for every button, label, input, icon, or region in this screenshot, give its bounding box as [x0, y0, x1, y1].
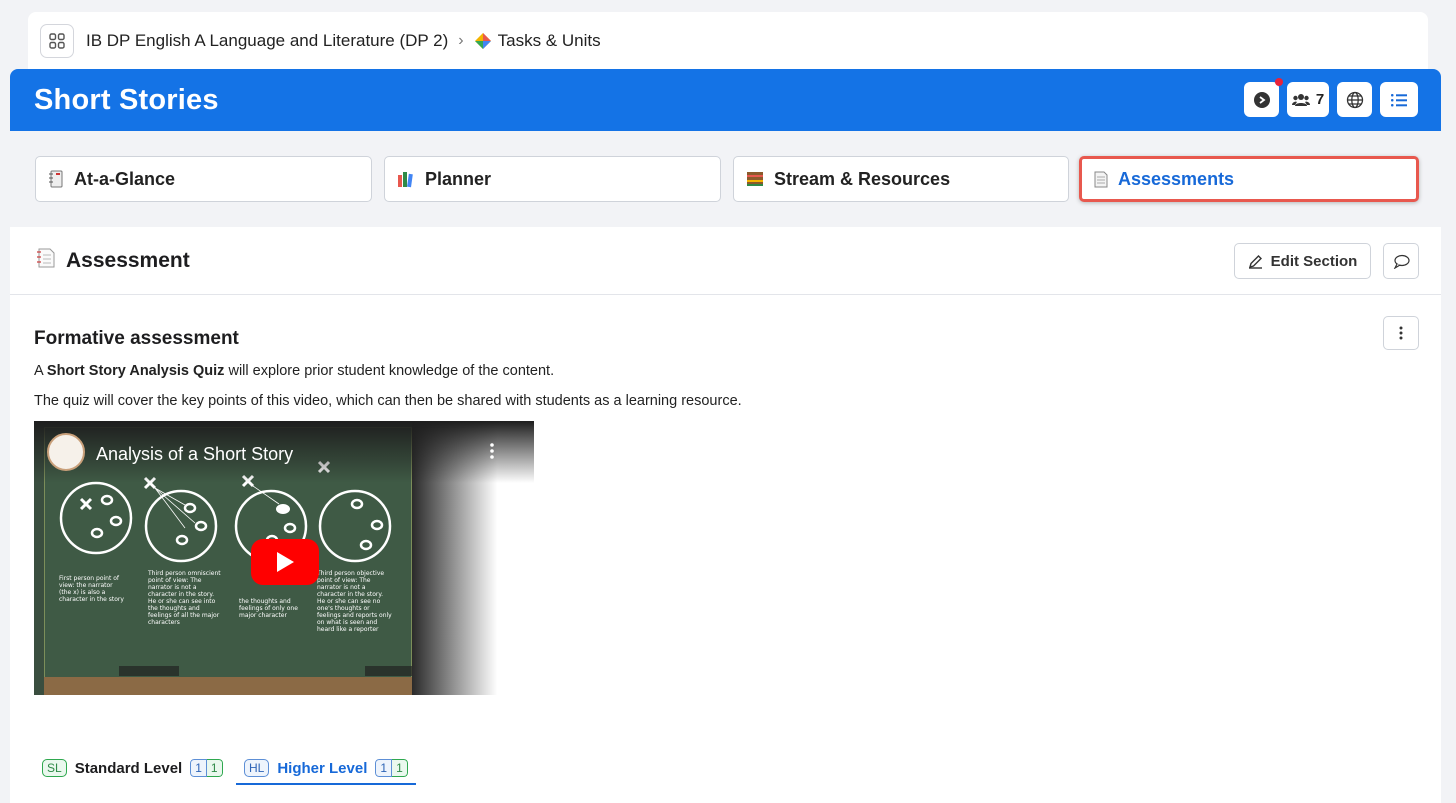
formative-assessment-heading: Formative assessment — [34, 328, 239, 349]
document-icon — [36, 247, 56, 274]
page-icon — [1094, 171, 1108, 188]
comment-icon — [1393, 254, 1410, 269]
breadcrumb-course[interactable]: IB DP English A Language and Literature … — [86, 31, 448, 51]
tab-stream-resources[interactable]: Stream & Resources — [733, 156, 1069, 202]
apps-grid-icon[interactable] — [40, 24, 74, 58]
vertical-dots-icon — [1399, 326, 1403, 340]
active-tab-underline — [236, 783, 416, 785]
svg-text:feelings of only one: feelings of only one — [239, 605, 298, 612]
edit-section-button[interactable]: Edit Section — [1234, 243, 1371, 279]
tab-label: Planner — [425, 168, 492, 189]
books-icon — [397, 170, 415, 188]
quiz-description: A Short Story Analysis Quiz will explore… — [34, 363, 554, 379]
breadcrumb-section[interactable]: Tasks & Units — [498, 31, 601, 51]
tasks-units-icon — [474, 32, 492, 50]
edit-section-label: Edit Section — [1270, 252, 1358, 270]
svg-text:major character: major character — [239, 612, 287, 619]
play-icon — [277, 552, 294, 572]
list-icon — [1391, 93, 1407, 106]
hl-badge: HL — [244, 759, 270, 777]
tab-higher-level[interactable]: HL Higher Level 11 — [244, 759, 408, 777]
breadcrumb-bar: IB DP English A Language and Literature … — [28, 12, 1428, 70]
section-title: Assessment — [66, 248, 190, 272]
count-a: 1 — [375, 759, 393, 777]
svg-text:He or she can see no: He or she can see no — [317, 598, 381, 605]
comment-button[interactable] — [1383, 243, 1419, 279]
section-header: Assessment — [10, 227, 1441, 295]
tab-assessments[interactable]: Assessments — [1079, 156, 1419, 202]
notebook-icon — [48, 170, 64, 188]
svg-text:First person point of: First person point of — [59, 575, 120, 582]
members-count: 7 — [1315, 91, 1325, 108]
standard-level-label: Standard Level — [74, 759, 183, 777]
video-embed[interactable]: First person point of view: the narrator(… — [34, 421, 534, 695]
users-icon — [1291, 93, 1310, 106]
tab-at-a-glance[interactable]: At-a-Glance — [35, 156, 372, 202]
svg-text:narrator is not a: narrator is not a — [317, 584, 366, 591]
svg-text:point of view: The: point of view: The — [317, 577, 371, 584]
svg-text:one's thoughts or: one's thoughts or — [317, 605, 370, 612]
video-description: The quiz will cover the key points of th… — [34, 393, 742, 409]
tab-planner[interactable]: Planner — [384, 156, 721, 202]
svg-text:character in the story.: character in the story. — [148, 591, 214, 598]
unit-tabs: At-a-Glance Planner Stream & Resources A… — [10, 131, 1441, 227]
svg-text:characters: characters — [148, 619, 180, 626]
svg-text:He or she can see into: He or she can see into — [148, 598, 216, 605]
quiz-name: Short Story Analysis Quiz — [46, 363, 225, 379]
unit-header: Short Stories 7 — [10, 69, 1441, 131]
stream-icon — [746, 171, 764, 187]
svg-text:character in the story.: character in the story. — [317, 591, 383, 598]
svg-text:feelings and reports only: feelings and reports only — [317, 612, 392, 619]
count-a: 1 — [190, 759, 207, 777]
p1-suffix: will explore prior student knowledge of … — [224, 363, 555, 379]
standard-level-counts: 11 — [190, 759, 223, 777]
higher-level-label: Higher Level — [277, 759, 368, 777]
svg-text:character in the story: character in the story — [59, 596, 124, 603]
page-title: Short Stories — [34, 83, 219, 116]
svg-text:(the x) is also a: (the x) is also a — [59, 589, 106, 596]
svg-text:on what is seen and: on what is seen and — [317, 619, 377, 626]
members-button[interactable]: 7 — [1287, 82, 1329, 117]
tab-label: Assessments — [1118, 168, 1235, 189]
pencil-icon — [1248, 254, 1262, 269]
more-options-button[interactable] — [1383, 316, 1419, 350]
chalk-ledge — [44, 677, 412, 695]
svg-text:Third person objective: Third person objective — [316, 570, 384, 577]
globe-icon — [1346, 91, 1363, 108]
count-b: 1 — [206, 759, 223, 777]
higher-level-counts: 11 — [375, 759, 408, 777]
svg-text:the thoughts and: the thoughts and — [148, 605, 200, 612]
p1-prefix: A — [34, 363, 47, 379]
play-button[interactable] — [251, 539, 319, 585]
svg-text:feelings of all the major: feelings of all the major — [148, 612, 220, 619]
channel-logo[interactable] — [47, 433, 85, 471]
assessment-panel: Assessment Edit Section Formative assess… — [10, 227, 1441, 803]
count-b: 1 — [392, 759, 408, 777]
svg-text:the thoughts and: the thoughts and — [239, 598, 291, 605]
tab-standard-level[interactable]: SL Standard Level 11 — [42, 759, 223, 777]
video-menu-icon[interactable] — [490, 443, 494, 464]
tab-label: At-a-Glance — [74, 168, 176, 189]
chat-icon — [1253, 91, 1270, 108]
outline-button[interactable] — [1380, 82, 1418, 117]
tab-label: Stream & Resources — [774, 168, 951, 189]
chevron-right-icon: › — [458, 32, 464, 49]
sl-badge: SL — [42, 759, 67, 777]
svg-text:Third person omniscient: Third person omniscient — [147, 570, 221, 577]
svg-text:narrator is not a: narrator is not a — [148, 584, 197, 591]
language-button[interactable] — [1337, 82, 1372, 117]
svg-text:view: the narrator: view: the narrator — [59, 582, 113, 589]
svg-text:point of view: The: point of view: The — [148, 577, 202, 584]
video-title[interactable]: Analysis of a Short Story — [96, 444, 293, 465]
notification-dot — [1275, 78, 1283, 86]
svg-text:heard like a reporter: heard like a reporter — [317, 626, 379, 633]
chat-button[interactable] — [1244, 78, 1283, 117]
